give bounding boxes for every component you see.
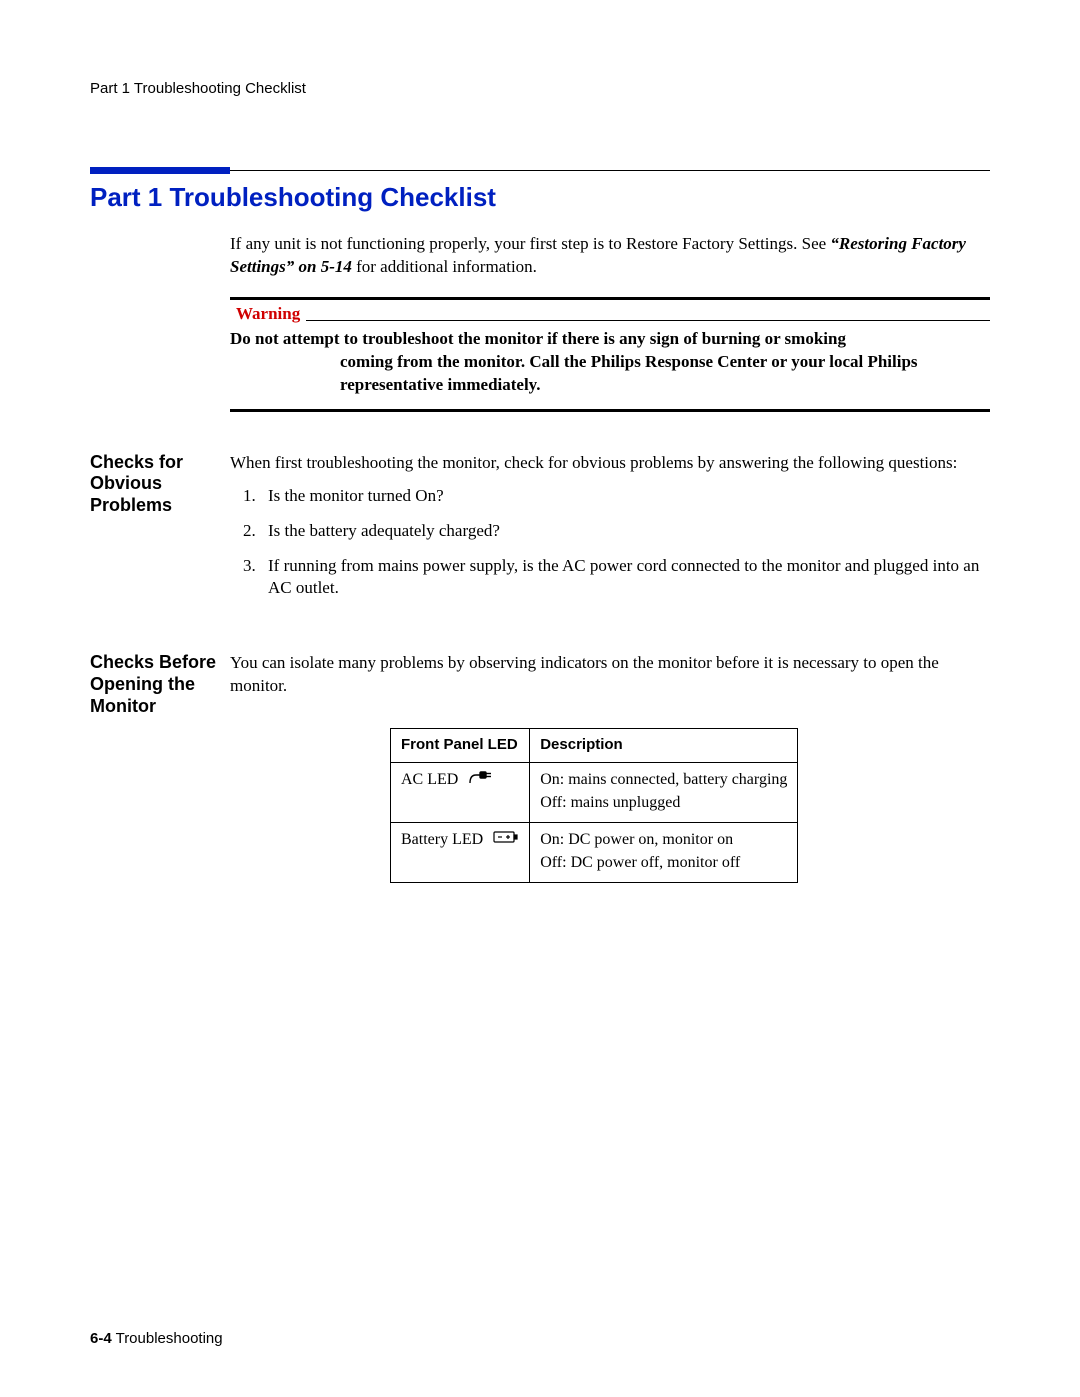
subheading-before-opening: Checks Before Opening the Monitor <box>90 652 230 717</box>
question-list: Is the monitor turned On? Is the battery… <box>230 485 990 601</box>
section2-intro: You can isolate many problems by observi… <box>230 653 939 695</box>
title-rule-thin <box>230 169 990 171</box>
footer-label: Troubleshooting <box>112 1330 223 1347</box>
section-before-opening: Checks Before Opening the Monitor You ca… <box>90 652 990 883</box>
cell-battery-desc: On: DC power on, monitor on Off: DC powe… <box>530 822 798 882</box>
battery-led-label: Battery LED <box>401 831 483 848</box>
table-row: Battery LED <box>391 822 798 882</box>
intro-paragraph: If any unit is not functioning properly,… <box>230 233 990 279</box>
warning-block: Warning Do not attempt to troubleshoot t… <box>230 297 990 412</box>
subbody-before-opening: You can isolate many problems by observi… <box>230 652 990 883</box>
intro-tail: for additional information. <box>352 257 537 276</box>
warning-line1: Do not attempt to troubleshoot the monit… <box>230 329 846 348</box>
running-header: Part 1 Troubleshooting Checklist <box>90 80 990 97</box>
th-led: Front Panel LED <box>391 729 530 762</box>
title-block: Part 1 Troubleshooting Checklist <box>90 167 990 213</box>
page-title: Part 1 Troubleshooting Checklist <box>90 182 990 213</box>
ac-desc-on: On: mains connected, battery charging <box>540 769 787 791</box>
warning-bottom-rule <box>230 409 990 412</box>
page-number: 6-4 <box>90 1330 112 1347</box>
warning-text: Do not attempt to troubleshoot the monit… <box>230 324 990 403</box>
batt-desc-on: On: DC power on, monitor on <box>540 829 787 851</box>
warning-label: Warning <box>230 302 306 324</box>
warning-line2: coming from the monitor. Call the Philip… <box>230 351 990 397</box>
plug-icon <box>468 769 494 792</box>
section-obvious-problems: Checks for Obvious Problems When first t… <box>90 452 990 613</box>
warning-label-rule <box>306 319 990 321</box>
th-desc: Description <box>530 729 798 762</box>
subheading-obvious: Checks for Obvious Problems <box>90 452 230 517</box>
cell-ac-desc: On: mains connected, battery charging Of… <box>530 762 798 822</box>
ac-led-label: AC LED <box>401 771 458 788</box>
battery-icon <box>493 829 519 851</box>
cell-battery-led: Battery LED <box>391 822 530 882</box>
title-rule-accent <box>90 167 230 174</box>
batt-desc-off: Off: DC power off, monitor off <box>540 852 787 874</box>
table-header-row: Front Panel LED Description <box>391 729 798 762</box>
led-table: Front Panel LED Description AC LED <box>390 728 798 883</box>
list-item: If running from mains power supply, is t… <box>260 555 990 601</box>
warning-top-rule <box>230 297 990 300</box>
cell-ac-led: AC LED <box>391 762 530 822</box>
list-item: Is the monitor turned On? <box>260 485 990 508</box>
list-item: Is the battery adequately charged? <box>260 520 990 543</box>
ac-desc-off: Off: mains unplugged <box>540 792 787 814</box>
subbody-obvious: When first troubleshooting the monitor, … <box>230 452 990 613</box>
section1-intro: When first troubleshooting the monitor, … <box>230 453 957 472</box>
intro-text: If any unit is not functioning properly,… <box>230 234 830 253</box>
intro-block: If any unit is not functioning properly,… <box>230 233 990 412</box>
table-row: AC LED <box>391 762 798 822</box>
document-page: Part 1 Troubleshooting Checklist Part 1 … <box>0 0 1080 1397</box>
title-rule <box>90 167 990 174</box>
warning-label-row: Warning <box>230 302 990 324</box>
page-footer: 6-4 Troubleshooting <box>90 1330 223 1347</box>
